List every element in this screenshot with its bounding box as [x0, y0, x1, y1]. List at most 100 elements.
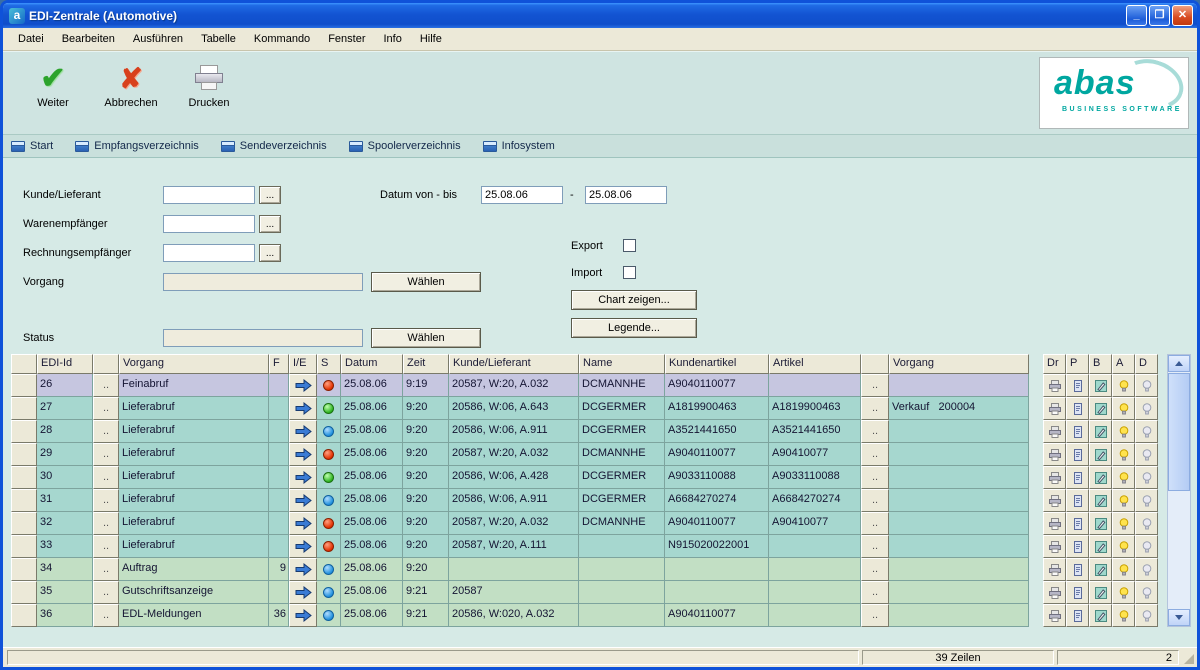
row-protocol-button[interactable] — [1066, 512, 1089, 535]
row-handle[interactable] — [11, 397, 37, 420]
row-lamp-on-button[interactable] — [1112, 397, 1135, 420]
row-print-button[interactable] — [1043, 420, 1066, 443]
row-protocol-button[interactable] — [1066, 466, 1089, 489]
col-header-p[interactable]: P — [1066, 354, 1089, 374]
menu-item-hilfe[interactable]: Hilfe — [411, 30, 451, 48]
vertical-scrollbar[interactable] — [1167, 354, 1191, 627]
table-row[interactable]: 36 .. EDL-Meldungen 36 25.08.06 9:21 205… — [11, 604, 1158, 627]
row-lamp-on-button[interactable] — [1112, 581, 1135, 604]
scrollbar-thumb[interactable] — [1168, 373, 1190, 491]
row-browse-button[interactable]: .. — [93, 535, 119, 558]
col-header-vorgang2[interactable]: Vorgang — [889, 354, 1029, 374]
vorgang-waehlen-button[interactable]: Wählen — [371, 272, 481, 292]
datum-bis-input[interactable] — [585, 186, 667, 204]
weiter-button[interactable]: ✔ Weiter — [17, 59, 89, 121]
col-header-kundenartikel[interactable]: Kundenartikel — [665, 354, 769, 374]
tab-sendeverzeichnis[interactable]: Sendeverzeichnis — [221, 140, 327, 152]
row-browse-button[interactable]: .. — [861, 604, 889, 627]
col-header-datum[interactable]: Datum — [341, 354, 403, 374]
row-edit-button[interactable] — [1089, 489, 1112, 512]
row-lamp-off-button[interactable] — [1135, 489, 1158, 512]
table-row[interactable]: 31 .. Lieferabruf 25.08.06 9:20 20586, W… — [11, 489, 1158, 512]
row-edit-button[interactable] — [1089, 581, 1112, 604]
row-lamp-on-button[interactable] — [1112, 489, 1135, 512]
col-header-f[interactable]: F — [269, 354, 289, 374]
row-handle[interactable] — [11, 489, 37, 512]
menu-item-info[interactable]: Info — [374, 30, 410, 48]
row-lamp-on-button[interactable] — [1112, 374, 1135, 397]
table-row[interactable]: 30 .. Lieferabruf 25.08.06 9:20 20586, W… — [11, 466, 1158, 489]
row-lamp-off-button[interactable] — [1135, 397, 1158, 420]
row-protocol-button[interactable] — [1066, 558, 1089, 581]
scroll-down-button[interactable] — [1168, 609, 1190, 626]
row-browse-button[interactable]: .. — [93, 604, 119, 627]
row-browse-button[interactable]: .. — [93, 443, 119, 466]
row-handle[interactable] — [11, 420, 37, 443]
row-print-button[interactable] — [1043, 443, 1066, 466]
row-print-button[interactable] — [1043, 466, 1066, 489]
row-print-button[interactable] — [1043, 604, 1066, 627]
row-browse-button[interactable]: .. — [861, 535, 889, 558]
table-row[interactable]: 27 .. Lieferabruf 25.08.06 9:20 20586, W… — [11, 397, 1158, 420]
col-header-artikel[interactable]: Artikel — [769, 354, 861, 374]
col-header-name[interactable]: Name — [579, 354, 665, 374]
tab-infosystem[interactable]: Infosystem — [483, 140, 555, 152]
tab-start[interactable]: Start — [11, 140, 53, 152]
row-browse-button[interactable]: .. — [861, 443, 889, 466]
row-print-button[interactable] — [1043, 489, 1066, 512]
row-edit-button[interactable] — [1089, 374, 1112, 397]
row-lamp-on-button[interactable] — [1112, 604, 1135, 627]
kunde-lieferant-browse-button[interactable]: ... — [259, 186, 281, 204]
row-lamp-off-button[interactable] — [1135, 420, 1158, 443]
row-handle[interactable] — [11, 581, 37, 604]
row-browse-button[interactable]: .. — [93, 397, 119, 420]
table-row[interactable]: 32 .. Lieferabruf 25.08.06 9:20 20587, W… — [11, 512, 1158, 535]
row-handle[interactable] — [11, 558, 37, 581]
row-handle[interactable] — [11, 466, 37, 489]
row-lamp-off-button[interactable] — [1135, 558, 1158, 581]
row-browse-button[interactable]: .. — [861, 489, 889, 512]
row-edit-button[interactable] — [1089, 558, 1112, 581]
col-header-kunde-lieferant[interactable]: Kunde/Lieferant — [449, 354, 579, 374]
table-row[interactable]: 34 .. Auftrag 9 25.08.06 9:20 .. — [11, 558, 1158, 581]
row-edit-button[interactable] — [1089, 443, 1112, 466]
table-row[interactable]: 26 .. Feinabruf 25.08.06 9:19 20587, W:2… — [11, 374, 1158, 397]
row-browse-button[interactable]: .. — [93, 512, 119, 535]
scrollbar-track[interactable] — [1168, 492, 1190, 609]
row-handle[interactable] — [11, 604, 37, 627]
datum-von-input[interactable] — [481, 186, 563, 204]
row-print-button[interactable] — [1043, 581, 1066, 604]
row-protocol-button[interactable] — [1066, 581, 1089, 604]
rechnungsempfaenger-input[interactable] — [163, 244, 255, 262]
row-browse-button[interactable]: .. — [93, 466, 119, 489]
row-lamp-off-button[interactable] — [1135, 512, 1158, 535]
row-print-button[interactable] — [1043, 374, 1066, 397]
status-input[interactable] — [163, 329, 363, 347]
row-print-button[interactable] — [1043, 397, 1066, 420]
col-header-s[interactable]: S — [317, 354, 341, 374]
row-handle[interactable] — [11, 535, 37, 558]
row-lamp-on-button[interactable] — [1112, 558, 1135, 581]
menu-item-tabelle[interactable]: Tabelle — [192, 30, 245, 48]
menu-item-kommando[interactable]: Kommando — [245, 30, 319, 48]
row-lamp-off-button[interactable] — [1135, 466, 1158, 489]
row-print-button[interactable] — [1043, 512, 1066, 535]
scroll-up-button[interactable] — [1168, 355, 1190, 372]
row-lamp-on-button[interactable] — [1112, 535, 1135, 558]
col-header-zeit[interactable]: Zeit — [403, 354, 449, 374]
table-row[interactable]: 28 .. Lieferabruf 25.08.06 9:20 20586, W… — [11, 420, 1158, 443]
row-lamp-off-button[interactable] — [1135, 535, 1158, 558]
tab-spoolerverzeichnis[interactable]: Spoolerverzeichnis — [349, 140, 461, 152]
row-protocol-button[interactable] — [1066, 489, 1089, 512]
resize-grip[interactable] — [1182, 650, 1195, 665]
row-browse-button[interactable]: .. — [93, 420, 119, 443]
row-browse-button[interactable]: .. — [93, 558, 119, 581]
row-edit-button[interactable] — [1089, 604, 1112, 627]
col-header-ie[interactable]: I/E — [289, 354, 317, 374]
row-lamp-on-button[interactable] — [1112, 443, 1135, 466]
row-protocol-button[interactable] — [1066, 397, 1089, 420]
menu-item-ausfuehren[interactable]: Ausführen — [124, 30, 192, 48]
vorgang-input[interactable] — [163, 273, 363, 291]
row-protocol-button[interactable] — [1066, 374, 1089, 397]
tab-empfangsverzeichnis[interactable]: Empfangsverzeichnis — [75, 140, 199, 152]
